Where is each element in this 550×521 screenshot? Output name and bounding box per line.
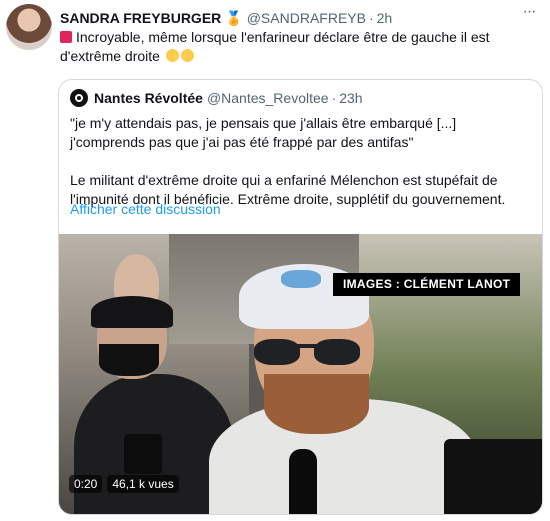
quoted-tweet[interactable]: Nantes Révoltée @Nantes_Revoltee · 23h "… — [58, 79, 543, 515]
tweet-header: SANDRA FREYBURGER 🏅 @SANDRAFREYB · 2h — [60, 8, 530, 28]
rofl-emoji — [165, 49, 179, 62]
tweet[interactable]: SANDRA FREYBURGER 🏅 @SANDRAFREYB · 2h ··… — [0, 0, 550, 521]
video-badges: 0:20 46,1 k vues — [69, 475, 179, 493]
video-duration: 0:20 — [69, 475, 103, 493]
tweet-text: Incroyable, même lorsque l'enfarineur dé… — [60, 28, 530, 66]
separator-dot: · — [331, 90, 337, 106]
quoted-paragraph-1: "je m'y attendais pas, je pensais que j'… — [70, 115, 457, 150]
main-person-beard — [264, 374, 369, 434]
left-person-mask — [99, 344, 159, 376]
author-handle[interactable]: @SANDRAFREYB — [247, 10, 366, 26]
tweet-time[interactable]: 2h — [377, 10, 393, 26]
video-views: 46,1 k vues — [107, 475, 179, 493]
quoted-author-handle: @Nantes_Revoltee — [206, 90, 329, 106]
microphone — [289, 449, 317, 514]
author-avatar[interactable] — [6, 4, 52, 50]
quoted-author-name: Nantes Révoltée — [94, 90, 203, 106]
video-credit: IMAGES : CLÉMENT LANOT — [333, 273, 521, 296]
quoted-author-avatar — [70, 89, 88, 107]
quoted-tweet-time: 23h — [339, 90, 363, 106]
rofl-emoji — [180, 49, 194, 62]
medal-icon: 🏅 — [225, 9, 243, 26]
quoted-tweet-header: Nantes Révoltée @Nantes_Revoltee · 23h — [70, 87, 363, 109]
left-person-cap — [91, 296, 173, 328]
sunglasses-left-lens — [254, 339, 300, 365]
phone — [124, 434, 162, 474]
sunglasses-right-lens — [314, 339, 360, 365]
police-light-emoji — [60, 31, 72, 43]
cap-logo — [281, 270, 321, 288]
more-options-icon[interactable]: ··· — [518, 4, 540, 25]
separator-dot: · — [368, 10, 374, 26]
author-name[interactable]: SANDRA FREYBURGER — [60, 10, 221, 26]
camera-equipment — [444, 439, 542, 514]
video-player[interactable]: IMAGES : CLÉMENT LANOT 0:20 46,1 k vues — [59, 234, 542, 514]
tweet-body: Incroyable, même lorsque l'enfarineur dé… — [60, 29, 490, 64]
show-thread-link[interactable]: Afficher cette discussion — [70, 201, 221, 217]
sunglasses-bridge — [297, 344, 317, 348]
